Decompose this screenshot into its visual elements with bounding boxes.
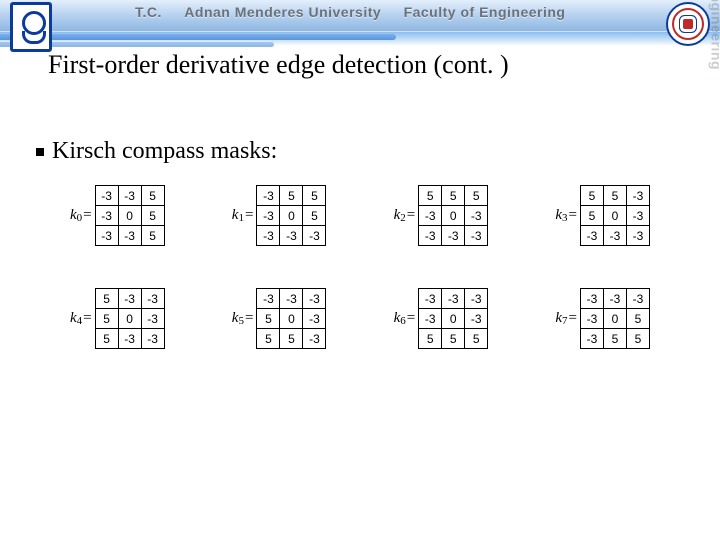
mask-grid: -355 -305 -3-3-3 (256, 185, 326, 246)
banner-ribbon (0, 32, 720, 46)
banner-faculty: Faculty of Engineering (404, 4, 566, 20)
side-watermark: T.C. Adnan Menderes University Faculty o… (686, 70, 710, 530)
bullet-square-icon (36, 148, 44, 156)
mask-label: k5= (232, 310, 254, 327)
mask-grid: 5-3-3 50-3 5-3-3 (95, 288, 165, 349)
mask-label: k3= (555, 207, 577, 224)
mask-label: k4= (70, 310, 92, 327)
faculty-logo-icon (666, 2, 710, 46)
mask-grid: -3-35 -305 -3-35 (95, 185, 165, 246)
mask-grid: -3-3-3 50-3 55-3 (256, 288, 326, 349)
mask-label: k2= (394, 207, 416, 224)
mask-grid: 55-3 50-3 -3-3-3 (580, 185, 650, 246)
ribbon-stripe-icon (0, 34, 396, 40)
masks-container: k0= -3-35 -305 -3-35 k1= -355 -305 -3-3-… (70, 185, 650, 391)
mask-label: k6= (394, 310, 416, 327)
masks-row-2: k4= 5-3-3 50-3 5-3-3 k5= -3-3-3 50-3 55-… (70, 288, 650, 349)
mask-grid: 555 -30-3 -3-3-3 (418, 185, 488, 246)
slide-title: First-order derivative edge detection (c… (48, 50, 509, 80)
masks-row-1: k0= -3-35 -305 -3-35 k1= -355 -305 -3-3-… (70, 185, 650, 246)
mask-k7: k7= -3-3-3 -305 -355 (555, 288, 650, 349)
mask-label: k7= (555, 310, 577, 327)
mask-label: k1= (232, 207, 254, 224)
mask-k5: k5= -3-3-3 50-3 55-3 (232, 288, 327, 349)
banner-text: T.C. Adnan Menderes University Faculty o… (135, 4, 660, 20)
mask-label: k0= (70, 207, 92, 224)
mask-k6: k6= -3-3-3 -30-3 555 (394, 288, 489, 349)
slide-bullet: Kirsch compass masks: (36, 138, 277, 165)
mask-k4: k4= 5-3-3 50-3 5-3-3 (70, 288, 165, 349)
mask-k3: k3= 55-3 50-3 -3-3-3 (555, 185, 650, 246)
university-logo-icon (10, 2, 52, 52)
mask-k0: k0= -3-35 -305 -3-35 (70, 185, 165, 246)
mask-k1: k1= -355 -305 -3-3-3 (232, 185, 327, 246)
mask-grid: -3-3-3 -30-3 555 (418, 288, 488, 349)
banner-university: Adnan Menderes University (184, 4, 381, 20)
mask-grid: -3-3-3 -305 -355 (580, 288, 650, 349)
bullet-text: Kirsch compass masks: (52, 138, 277, 164)
watermark-faculty: Faculty of Engineering (708, 0, 720, 70)
banner-tc: T.C. (135, 4, 162, 20)
mask-k2: k2= 555 -30-3 -3-3-3 (394, 185, 489, 246)
